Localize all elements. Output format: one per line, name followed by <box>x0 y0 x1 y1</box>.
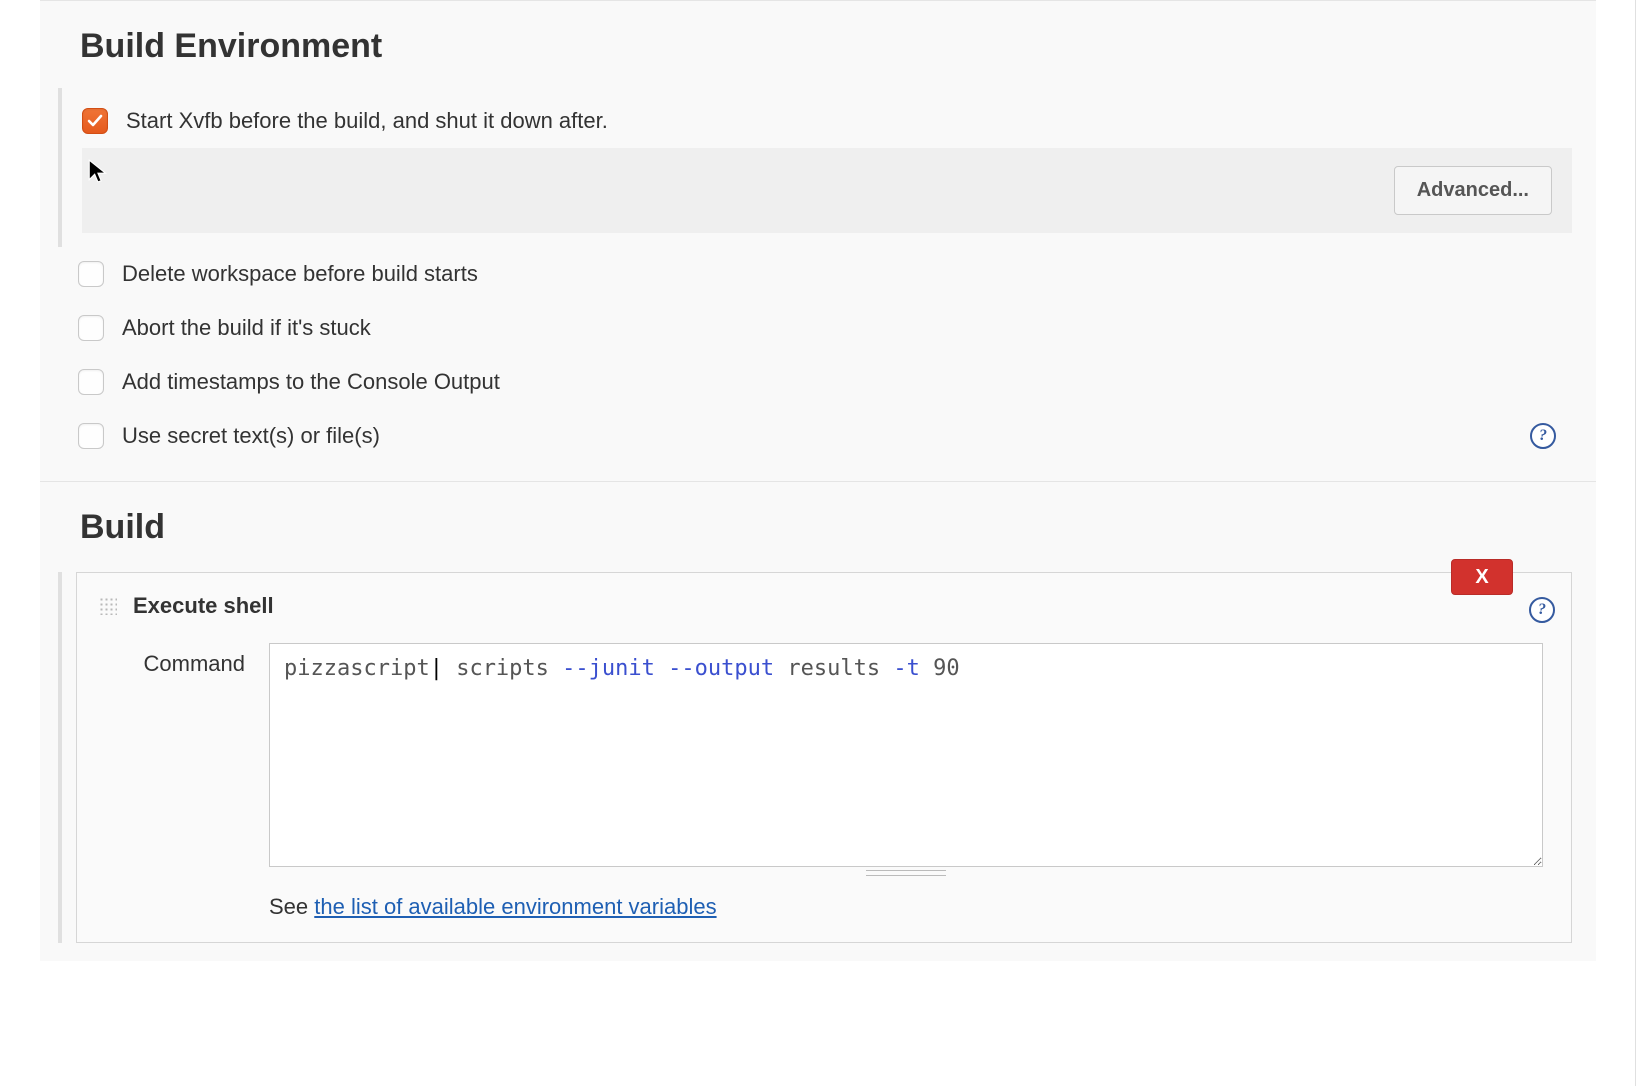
abort-stuck-row[interactable]: Abort the build if it's stuck <box>58 301 1596 355</box>
xvfb-checkbox[interactable] <box>82 108 108 134</box>
xvfb-option-row[interactable]: Start Xvfb before the build, and shut it… <box>62 94 1596 148</box>
build-environment-title: Build Environment <box>80 27 1596 66</box>
env-variables-link[interactable]: the list of available environment variab… <box>314 894 716 919</box>
advanced-button[interactable]: Advanced... <box>1394 166 1552 215</box>
timestamps-checkbox[interactable] <box>78 369 104 395</box>
timestamps-label: Add timestamps to the Console Output <box>122 369 500 395</box>
delete-workspace-row[interactable]: Delete workspace before build starts <box>58 247 1596 301</box>
help-icon[interactable]: ? <box>1530 423 1556 449</box>
step-header: Execute shell <box>77 573 1571 633</box>
xvfb-label: Start Xvfb before the build, and shut it… <box>126 108 608 134</box>
command-textarea[interactable] <box>269 643 1543 867</box>
delete-workspace-checkbox[interactable] <box>78 261 104 287</box>
abort-stuck-checkbox[interactable] <box>78 315 104 341</box>
execute-shell-step: X ? Execute shell Command pizzascript| s… <box>76 572 1572 943</box>
env-variables-hint: See the list of available environment va… <box>269 894 1543 920</box>
command-label: Command <box>105 643 245 677</box>
secret-text-label: Use secret text(s) or file(s) <box>122 423 380 449</box>
abort-stuck-label: Abort the build if it's stuck <box>122 315 371 341</box>
build-environment-section: Build Environment Start Xvfb before the … <box>40 0 1596 481</box>
secret-text-checkbox[interactable] <box>78 423 104 449</box>
secret-text-row[interactable]: Use secret text(s) or file(s) ? <box>58 409 1596 463</box>
build-step-wrap: X ? Execute shell Command pizzascript| s… <box>58 572 1572 943</box>
drag-handle-icon[interactable] <box>99 597 117 615</box>
build-section: Build X ? Execute shell Command pizzascr… <box>40 481 1596 961</box>
build-title: Build <box>80 508 1596 547</box>
step-title: Execute shell <box>133 593 274 619</box>
xvfb-advanced-bar: Advanced... <box>82 148 1572 233</box>
xvfb-option-block: Start Xvfb before the build, and shut it… <box>58 88 1596 247</box>
env-hint-prefix: See <box>269 894 314 919</box>
timestamps-row[interactable]: Add timestamps to the Console Output <box>58 355 1596 409</box>
delete-workspace-label: Delete workspace before build starts <box>122 261 478 287</box>
